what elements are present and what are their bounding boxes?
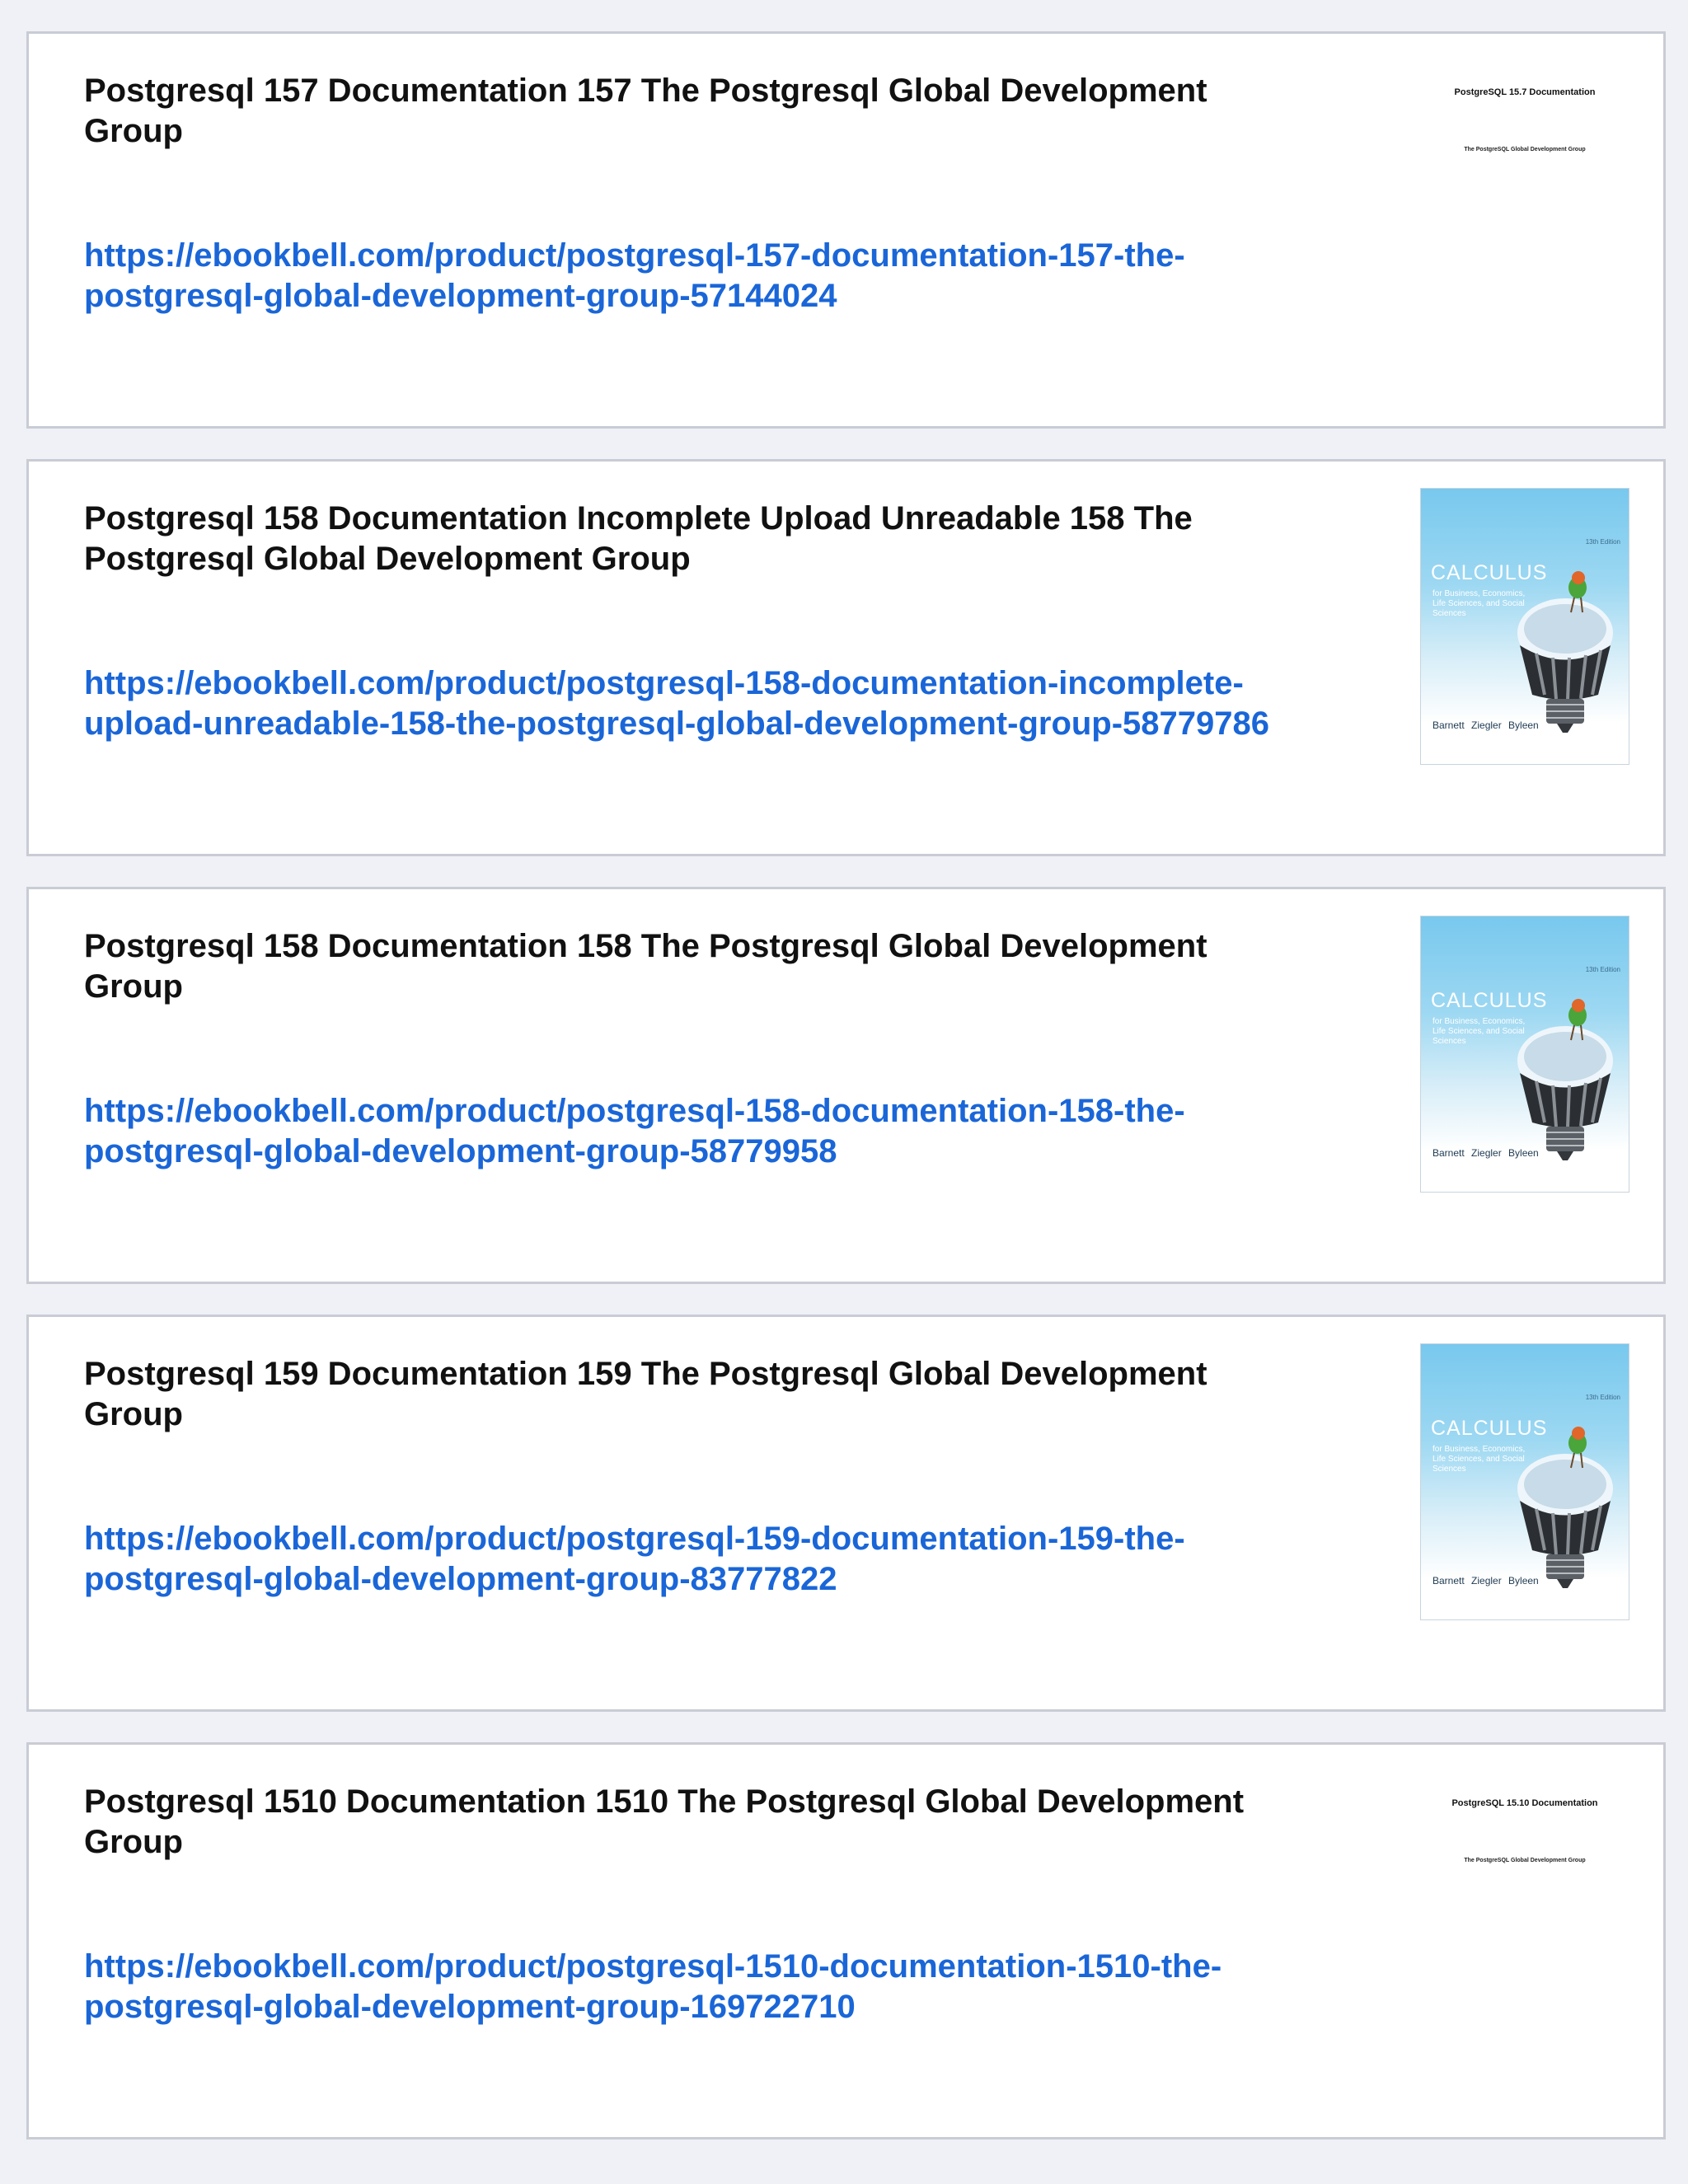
cover-subtitle: The PostgreSQL Global Development Group <box>1464 1858 1586 1863</box>
cover-title: CALCULUS <box>1431 989 1548 1012</box>
result-card: Postgresql 158 Documentation 158 The Pos… <box>26 887 1666 1284</box>
cover-thumbnail[interactable]: PostgreSQL 15.10 Documentation The Postg… <box>1420 1771 1629 2048</box>
cover-thumbnail[interactable]: 13th Edition CALCULUS for Business, Econ… <box>1420 916 1629 1193</box>
cover-subtitle: for Business, Economics, Life Sciences, … <box>1432 1017 1526 1046</box>
cover-authors: Barnett Ziegler Byleen <box>1432 1147 1539 1159</box>
result-title: Postgresql 158 Documentation Incomplete … <box>84 500 1193 577</box>
result-title: Postgresql 158 Documentation 158 The Pos… <box>84 928 1207 1005</box>
result-link[interactable]: https://ebookbell.com/product/postgresql… <box>84 663 1345 744</box>
cover-thumbnail[interactable]: 13th Edition CALCULUS for Business, Econ… <box>1420 488 1629 765</box>
result-link[interactable]: https://ebookbell.com/product/postgresql… <box>84 1091 1345 1172</box>
result-title: Postgresql 159 Documentation 159 The Pos… <box>84 1356 1207 1432</box>
result-title: Postgresql 157 Documentation 157 The Pos… <box>84 73 1207 149</box>
cover-authors: Barnett Ziegler Byleen <box>1432 1575 1539 1586</box>
result-title: Postgresql 1510 Documentation 1510 The P… <box>84 1783 1245 1860</box>
cover-edition: 13th Edition <box>1585 1394 1620 1401</box>
cover-edition: 13th Edition <box>1585 966 1620 973</box>
cover-subtitle: for Business, Economics, Life Sciences, … <box>1432 1445 1526 1474</box>
cover-subtitle: The PostgreSQL Global Development Group <box>1464 147 1586 152</box>
cover-title: CALCULUS <box>1431 561 1548 584</box>
cover-title: PostgreSQL 15.10 Documentation <box>1451 1798 1598 1808</box>
cover-subtitle: for Business, Economics, Life Sciences, … <box>1432 589 1526 618</box>
cover-edition: 13th Edition <box>1585 538 1620 546</box>
cover-title: CALCULUS <box>1431 1417 1548 1440</box>
cover-thumbnail[interactable]: 13th Edition CALCULUS for Business, Econ… <box>1420 1343 1629 1620</box>
result-card: Postgresql 157 Documentation 157 The Pos… <box>26 31 1666 429</box>
result-card: Postgresql 159 Documentation 159 The Pos… <box>26 1315 1666 1712</box>
cover-title: PostgreSQL 15.7 Documentation <box>1454 87 1596 97</box>
result-card: Postgresql 1510 Documentation 1510 The P… <box>26 1742 1666 2139</box>
result-link[interactable]: https://ebookbell.com/product/postgresql… <box>84 1519 1345 1600</box>
results-list: Postgresql 157 Documentation 157 The Pos… <box>0 0 1688 2184</box>
result-link[interactable]: https://ebookbell.com/product/postgresql… <box>84 236 1345 316</box>
cover-authors: Barnett Ziegler Byleen <box>1432 719 1539 731</box>
result-link[interactable]: https://ebookbell.com/product/postgresql… <box>84 1947 1345 2027</box>
cover-thumbnail[interactable]: PostgreSQL 15.7 Documentation The Postgr… <box>1420 60 1629 337</box>
result-card: Postgresql 158 Documentation Incomplete … <box>26 459 1666 856</box>
